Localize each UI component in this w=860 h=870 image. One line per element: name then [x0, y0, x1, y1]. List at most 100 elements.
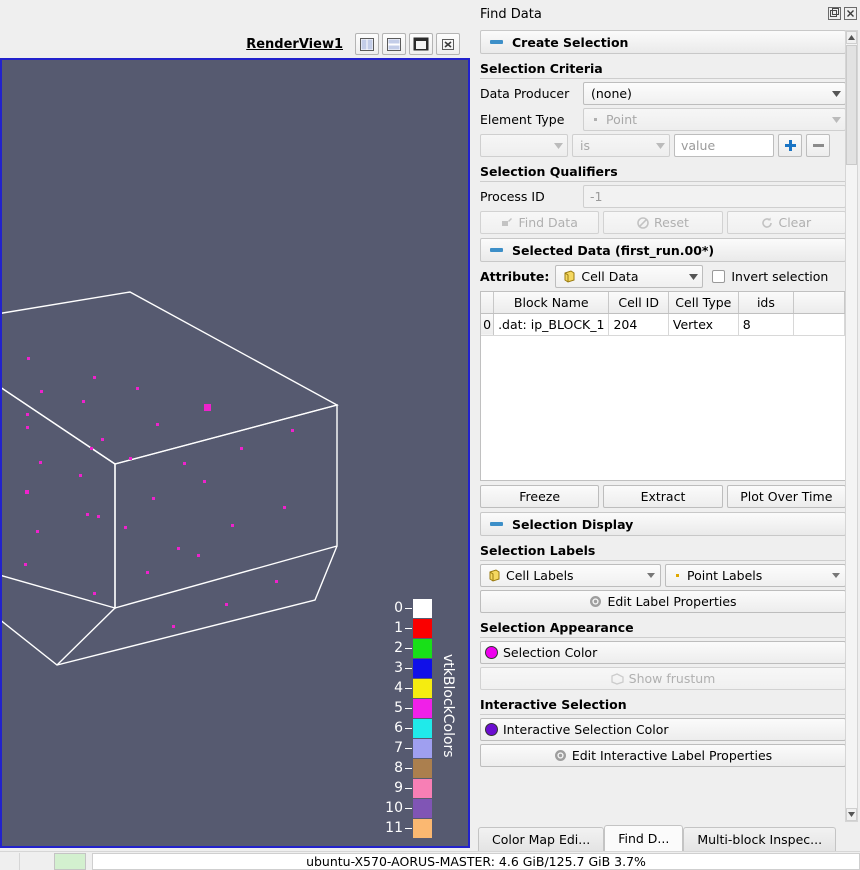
query-field-combo[interactable] [480, 134, 568, 157]
selection-appearance-title: Selection Appearance [480, 616, 846, 638]
legend-tick [405, 707, 412, 709]
attribute-label: Attribute: [480, 269, 550, 284]
query-operator-combo[interactable]: is [572, 134, 670, 157]
table-cell[interactable]: 204 [608, 313, 669, 336]
render-view-canvas[interactable]: 0 1 2 3 4 5 6 7 8 9 10 11 vtkBlockColors [0, 58, 470, 848]
panel-scrollbar[interactable] [845, 30, 858, 822]
add-criterion-button[interactable] [778, 134, 802, 157]
legend-entry-label: 9 [394, 780, 403, 796]
table-row[interactable]: 0 .dat: ip_BLOCK_1 204 Vertex 8 [481, 313, 845, 336]
reset-button[interactable]: Reset [603, 211, 723, 234]
selection-display-header[interactable]: Selection Display [480, 512, 846, 536]
split-vertical-button[interactable] [382, 33, 406, 55]
table-cell[interactable]: Vertex [668, 313, 739, 336]
table-column-header[interactable]: ids [738, 292, 795, 314]
point-labels-combo[interactable]: Point Labels [665, 564, 846, 587]
element-type-row: Element Type Point [480, 108, 846, 131]
extract-button-label: Extract [640, 489, 686, 504]
table-header-row: Block Name Cell ID Cell Type ids [481, 292, 845, 314]
create-selection-header[interactable]: Create Selection [480, 30, 846, 54]
legend-entry-label: 6 [394, 720, 403, 736]
invert-selection-label: Invert selection [731, 269, 829, 284]
table-cell[interactable]: 8 [738, 313, 795, 336]
selection-color-button[interactable]: Selection Color [480, 641, 846, 664]
show-frustum-button[interactable]: Show frustum [480, 667, 846, 690]
scroll-up-button[interactable] [846, 31, 857, 44]
collapse-icon[interactable] [490, 522, 503, 526]
action-buttons-row: Find Data Reset Clear [480, 211, 846, 234]
tab-color-map-edi[interactable]: Color Map Edi... [478, 827, 605, 851]
legend-entry: 7 [370, 738, 432, 758]
legend-tick [405, 827, 412, 829]
label-combos-row: Cell Labels Point Labels [480, 564, 846, 587]
close-view-button[interactable] [436, 33, 460, 55]
legend-entry-label: 3 [394, 660, 403, 676]
edit-interactive-label-properties-button[interactable]: Edit Interactive Label Properties [480, 744, 846, 767]
extract-button[interactable]: Extract [603, 485, 723, 508]
chevron-down-icon [829, 573, 843, 578]
table-column-header[interactable]: Block Name [493, 292, 610, 314]
memory-progress-indicator [54, 852, 86, 870]
legend-entry-label: 10 [385, 800, 403, 816]
legend-entry: 11 [370, 818, 432, 838]
selected-data-table[interactable]: Block Name Cell ID Cell Type ids 0 .dat: ip_… [480, 291, 846, 481]
legend-entry: 3 [370, 658, 432, 678]
tab-multi-block-inspec[interactable]: Multi-block Inspec... [683, 827, 837, 851]
find-data-button-label: Find Data [518, 215, 578, 230]
invert-selection-checkbox[interactable] [712, 270, 726, 283]
legend-tick [405, 727, 412, 729]
legend-color-swatch [413, 718, 432, 738]
legend-color-swatch [413, 818, 432, 838]
legend-color-swatch [413, 658, 432, 678]
maximize-button[interactable] [409, 33, 433, 55]
legend-entry-label: 2 [394, 640, 403, 656]
selected-data-header[interactable]: Selected Data (first_run.00*) [480, 238, 846, 262]
plot-over-time-button[interactable]: Plot Over Time [726, 485, 846, 508]
scrollbar-thumb[interactable] [846, 45, 857, 165]
table-cell[interactable]: .dat: ip_BLOCK_1 [493, 313, 610, 336]
attribute-combo[interactable]: Cell Data [555, 265, 704, 288]
chevron-down-icon [653, 142, 667, 149]
selection-table: Block Name Cell ID Cell Type ids 0 .dat: ip_… [481, 292, 845, 336]
tab-find-d[interactable]: Find D... [604, 825, 684, 851]
find-data-button[interactable]: Find Data [480, 211, 600, 234]
legend-color-swatch [413, 698, 432, 718]
legend-color-swatch [413, 798, 432, 818]
legend-tick [405, 667, 412, 669]
scroll-down-button[interactable] [846, 808, 857, 821]
selection-labels-title: Selection Labels [480, 539, 846, 561]
find-data-panel: Create Selection Selection Criteria Data… [480, 30, 846, 822]
cell-data-icon [563, 270, 576, 283]
render-view-pane: RenderView1 0 1 2 3 4 5 6 7 8 9 10 11 vt… [0, 0, 472, 848]
paraview-window: RenderView1 0 1 2 3 4 5 6 7 8 9 10 11 vt… [0, 0, 860, 870]
remove-criterion-button[interactable] [806, 134, 830, 157]
float-icon[interactable] [828, 6, 843, 22]
process-id-label: Process ID [480, 189, 545, 204]
process-id-input[interactable]: -1 [583, 185, 846, 208]
process-id-row: Process ID -1 [480, 185, 846, 208]
collapse-icon[interactable] [490, 40, 503, 44]
vtk-block-colors-legend[interactable]: 0 1 2 3 4 5 6 7 8 9 10 11 [370, 598, 432, 838]
legend-tick [405, 747, 412, 749]
dock-title-text: Find Data [480, 6, 542, 22]
collapse-icon[interactable] [490, 248, 503, 252]
freeze-button[interactable]: Freeze [480, 485, 600, 508]
table-column-header[interactable]: Cell ID [608, 292, 669, 314]
clear-button[interactable]: Clear [726, 211, 846, 234]
query-value-input[interactable]: value [674, 134, 774, 157]
data-producer-combo[interactable]: (none) [583, 82, 846, 105]
query-row: is value [480, 134, 846, 157]
edit-label-properties-label: Edit Label Properties [607, 594, 737, 609]
close-icon[interactable] [844, 6, 859, 22]
clear-button-label: Clear [778, 215, 812, 230]
element-type-combo[interactable]: Point [583, 108, 846, 131]
edit-label-properties-button[interactable]: Edit Label Properties [480, 590, 846, 613]
cell-labels-combo[interactable]: Cell Labels [480, 564, 661, 587]
plus-icon [784, 140, 796, 151]
split-horizontal-button[interactable] [355, 33, 379, 55]
chevron-down-icon [829, 90, 843, 97]
interactive-selection-color-button[interactable]: Interactive Selection Color [480, 718, 846, 741]
wireframe-box [2, 291, 339, 666]
selection-qualifiers-title: Selection Qualifiers [480, 160, 846, 182]
table-column-header[interactable]: Cell Type [668, 292, 739, 314]
